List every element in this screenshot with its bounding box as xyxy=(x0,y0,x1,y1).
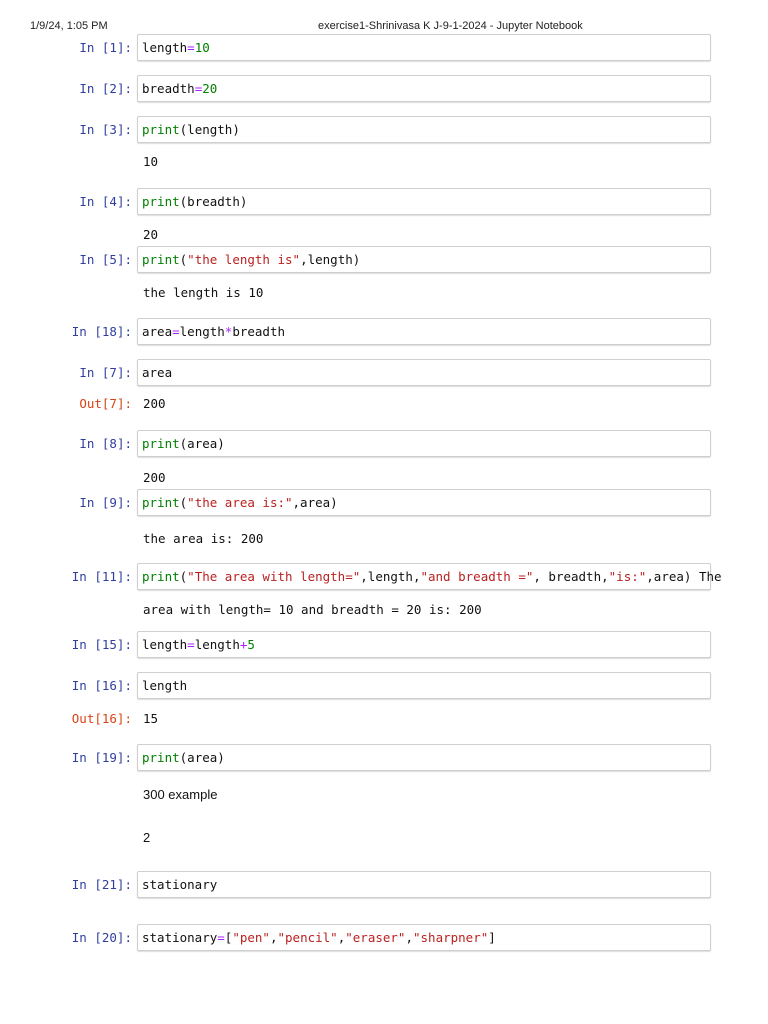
code-token: "and breadth =" xyxy=(420,569,534,584)
code-token: "is:" xyxy=(608,569,647,584)
code-token: ] xyxy=(488,930,496,945)
cell-output: 200 xyxy=(143,470,166,485)
code-input[interactable]: length=length+5 xyxy=(142,637,255,652)
notebook-page: 1/9/24, 1:05 PM exercise1-Shrinivasa K J… xyxy=(0,0,768,1024)
code-token: (area) xyxy=(179,750,225,765)
code-token: ,length, xyxy=(360,569,421,584)
in-prompt: In [16]: xyxy=(71,678,132,693)
code-input[interactable]: stationary xyxy=(142,877,217,892)
in-prompt: In [20]: xyxy=(71,930,132,945)
code-token: print xyxy=(142,750,180,765)
code-token: ,area) The xyxy=(646,569,722,584)
code-token: print xyxy=(142,194,180,209)
code-token: "sharpner" xyxy=(413,930,489,945)
code-token: "pen" xyxy=(232,930,270,945)
code-token: print xyxy=(142,122,180,137)
code-token: stationary xyxy=(142,877,218,892)
code-token: 10 xyxy=(194,40,210,55)
code-input[interactable]: print(breadth) xyxy=(142,194,247,209)
cell-output: area with length= 10 and breadth = 20 is… xyxy=(143,602,482,617)
code-input[interactable]: print(area) xyxy=(142,436,225,451)
cell-output: the area is: 200 xyxy=(143,531,264,546)
code-token: ,area) xyxy=(292,495,338,510)
code-input[interactable]: print("The area with length=",length,"an… xyxy=(142,569,722,584)
cell-output: 10 xyxy=(143,154,159,169)
code-token: length xyxy=(142,637,188,652)
cell-output: 200 xyxy=(143,396,166,411)
code-input[interactable]: print("the area is:",area) xyxy=(142,495,338,510)
code-input[interactable]: print("the length is",length) xyxy=(142,252,360,267)
in-prompt: In [18]: xyxy=(71,324,132,339)
code-token: = xyxy=(172,324,180,339)
in-prompt: In [8]: xyxy=(79,436,132,451)
cell-output: the length is 10 xyxy=(143,285,264,300)
cell-output: 15 xyxy=(143,711,159,726)
code-input[interactable]: print(length) xyxy=(142,122,240,137)
in-prompt: In [15]: xyxy=(71,637,132,652)
code-token: (area) xyxy=(179,436,225,451)
out-prompt: Out[16]: xyxy=(71,711,132,726)
code-token: length xyxy=(194,637,240,652)
print-datetime: 1/9/24, 1:05 PM xyxy=(30,20,108,32)
in-prompt: In [9]: xyxy=(79,495,132,510)
code-input[interactable]: length xyxy=(142,678,187,693)
cell-output: 20 xyxy=(143,227,159,242)
in-prompt: In [3]: xyxy=(79,122,132,137)
code-token: (length) xyxy=(179,122,240,137)
code-input[interactable]: length=10 xyxy=(142,40,210,55)
code-token: length xyxy=(142,40,188,55)
code-token: print xyxy=(142,436,180,451)
code-token: print xyxy=(142,252,180,267)
in-prompt: In [2]: xyxy=(79,81,132,96)
code-token: = xyxy=(187,637,195,652)
code-token: "eraser" xyxy=(345,930,406,945)
code-token: length xyxy=(142,678,188,693)
code-token: = xyxy=(217,930,225,945)
code-token: print xyxy=(142,569,180,584)
code-token: breadth xyxy=(142,81,195,96)
code-input[interactable]: stationary=["pen","pencil","eraser","sha… xyxy=(142,930,496,945)
code-token: , xyxy=(405,930,413,945)
code-token: breadth xyxy=(232,324,286,339)
in-prompt: In [1]: xyxy=(79,40,132,55)
code-input[interactable]: area xyxy=(142,365,172,380)
out-prompt: Out[7]: xyxy=(79,396,132,411)
code-token: area xyxy=(142,365,173,380)
code-input[interactable]: breadth=20 xyxy=(142,81,217,96)
print-title: exercise1-Shrinivasa K J-9-1-2024 - Jupy… xyxy=(318,20,583,32)
cell-output: 2 xyxy=(143,830,151,845)
code-cell[interactable] xyxy=(137,871,711,898)
code-token: area xyxy=(142,324,173,339)
code-cell[interactable] xyxy=(137,34,711,61)
in-prompt: In [4]: xyxy=(79,194,132,209)
code-token: "pencil" xyxy=(277,930,338,945)
code-token: 20 xyxy=(202,81,218,96)
code-token: "the length is" xyxy=(187,252,301,267)
in-prompt: In [7]: xyxy=(79,365,132,380)
code-token: stationary xyxy=(142,930,218,945)
code-token: , breadth, xyxy=(533,569,609,584)
code-token: 5 xyxy=(247,637,255,652)
in-prompt: In [21]: xyxy=(71,877,132,892)
code-token: , xyxy=(269,930,278,945)
in-prompt: In [19]: xyxy=(71,750,132,765)
code-cell[interactable] xyxy=(137,75,711,102)
code-token: = xyxy=(187,40,195,55)
code-token: "the area is:" xyxy=(187,495,293,510)
in-prompt: In [11]: xyxy=(71,569,132,584)
in-prompt: In [5]: xyxy=(79,252,132,267)
code-token: (breadth) xyxy=(179,194,248,209)
code-token: "The area with length=" xyxy=(187,569,361,584)
cell-output: 300 example xyxy=(143,787,218,802)
code-cell[interactable] xyxy=(137,672,711,699)
code-input[interactable]: print(area) xyxy=(142,750,225,765)
code-token: print xyxy=(142,495,180,510)
code-token: ,length) xyxy=(300,252,361,267)
code-token: length xyxy=(179,324,225,339)
code-cell[interactable] xyxy=(137,359,711,386)
code-input[interactable]: area=length*breadth xyxy=(142,324,285,339)
